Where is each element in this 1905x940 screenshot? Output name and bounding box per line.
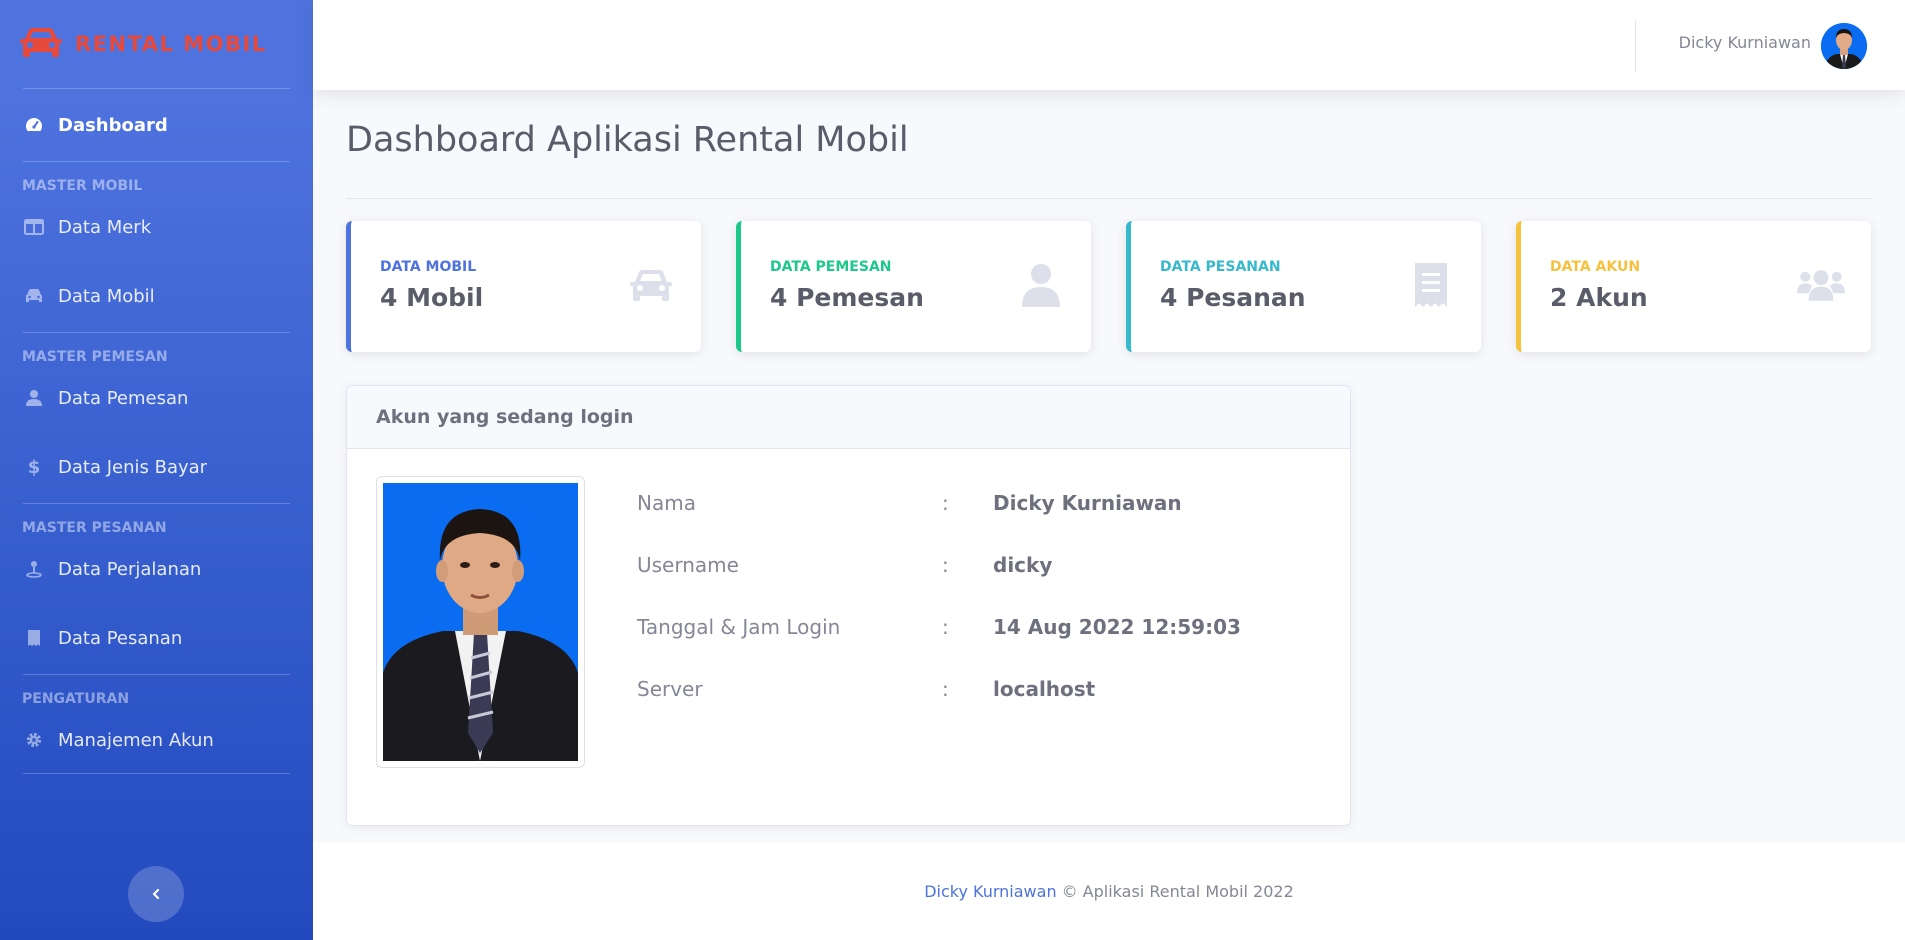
brand-name: RENTAL MOBIL [75, 32, 267, 56]
sidebar-item-manajemen-akun[interactable]: Manajemen Akun [0, 707, 313, 773]
sidebar-divider [23, 674, 290, 675]
info-value: Dicky Kurniawan [993, 491, 1182, 515]
login-info-panel: Akun yang sedang login Nama : Dicky Kurn… [346, 385, 1351, 826]
sidebar-divider [23, 332, 290, 333]
receipt-icon [24, 628, 44, 648]
sidebar-divider [23, 773, 290, 774]
info-value: localhost [993, 677, 1096, 701]
sidebar-heading-master-mobil: MASTER MOBIL [22, 178, 143, 194]
sidebar-item-label: Data Perjalanan [58, 558, 202, 580]
dollar-icon: $ [27, 456, 41, 478]
card-data-mobil[interactable]: DATA MOBIL 4 Mobil [346, 221, 701, 352]
card-label: DATA PEMESAN [770, 259, 892, 275]
sidebar-item-data-perjalanan[interactable]: Data Perjalanan [0, 536, 313, 602]
tachometer-icon [24, 115, 44, 135]
receipt-icon [1407, 261, 1455, 309]
card-value: 4 Pesanan [1160, 283, 1306, 312]
info-row-username: Username : dicky [637, 553, 1337, 583]
avatar[interactable] [1821, 23, 1867, 69]
users-icon [1797, 261, 1845, 309]
title-divider [346, 198, 1871, 199]
footer-copyright: © Aplikasi Rental Mobil 2022 [1061, 881, 1294, 901]
sidebar-heading-master-pemesan: MASTER PEMESAN [22, 349, 168, 365]
sidebar-item-data-mobil[interactable]: Data Mobil [0, 260, 313, 332]
info-row-login-time: Tanggal & Jam Login : 14 Aug 2022 12:59:… [637, 615, 1337, 645]
sidebar-item-label: Data Pesanan [58, 627, 183, 649]
info-separator: : [942, 677, 949, 701]
info-label: Server [637, 677, 703, 701]
card-label: DATA PESANAN [1160, 259, 1281, 275]
page-title: Dashboard Aplikasi Rental Mobil [346, 120, 909, 160]
sidebar-item-label: Data Mobil [58, 285, 155, 307]
info-label: Tanggal & Jam Login [637, 615, 841, 639]
car-logo-icon [19, 25, 63, 63]
topbar: Dicky Kurniawan [313, 0, 1905, 90]
gear-icon [24, 730, 44, 750]
info-value: dicky [993, 553, 1053, 577]
sidebar-item-label: Data Pemesan [58, 387, 189, 409]
card-label: DATA MOBIL [380, 259, 477, 275]
footer: Dicky Kurniawan © Aplikasi Rental Mobil … [313, 842, 1905, 940]
card-data-pesanan[interactable]: DATA PESANAN 4 Pesanan [1126, 221, 1481, 352]
user-icon [24, 388, 44, 408]
info-row-server: Server : localhost [637, 677, 1337, 707]
car-icon [24, 286, 44, 306]
card-value: 2 Akun [1550, 283, 1648, 312]
sidebar-item-label: Dashboard [58, 114, 168, 136]
sidebar-toggle-button[interactable] [128, 866, 184, 922]
info-row-nama: Nama : Dicky Kurniawan [637, 491, 1337, 521]
card-data-pemesan[interactable]: DATA PEMESAN 4 Pemesan [736, 221, 1091, 352]
sidebar-divider [23, 161, 290, 162]
card-data-akun[interactable]: DATA AKUN 2 Akun [1516, 221, 1871, 352]
sidebar-heading-pengaturan: PENGATURAN [22, 691, 130, 707]
info-separator: : [942, 491, 949, 515]
chevron-left-icon [150, 885, 162, 904]
topbar-divider [1635, 20, 1636, 72]
sidebar-heading-master-pesanan: MASTER PESANAN [22, 520, 167, 536]
info-value: 14 Aug 2022 12:59:03 [993, 615, 1241, 639]
sidebar: RENTAL MOBIL Dashboard MASTER MOBIL Data… [0, 0, 313, 940]
sidebar-item-data-pemesan[interactable]: Data Pemesan [0, 365, 313, 431]
card-value: 4 Pemesan [770, 283, 924, 312]
columns-icon [24, 217, 44, 237]
map-marker-icon [24, 559, 44, 579]
info-separator: : [942, 553, 949, 577]
car-icon [627, 261, 675, 309]
card-label: DATA AKUN [1550, 259, 1641, 275]
sidebar-item-data-jenis-bayar[interactable]: $ Data Jenis Bayar [0, 431, 313, 503]
sidebar-item-label: Data Merk [58, 216, 152, 238]
sidebar-item-data-merk[interactable]: Data Merk [0, 194, 313, 260]
info-separator: : [942, 615, 949, 639]
user-name[interactable]: Dicky Kurniawan [1679, 33, 1811, 52]
info-label: Username [637, 553, 739, 577]
sidebar-item-data-pesanan[interactable]: Data Pesanan [0, 602, 313, 674]
info-label: Nama [637, 491, 696, 515]
card-value: 4 Mobil [380, 283, 484, 312]
profile-photo-image [383, 483, 578, 761]
sidebar-divider [23, 503, 290, 504]
user-icon [1017, 261, 1065, 309]
brand[interactable]: RENTAL MOBIL [0, 0, 313, 88]
panel-title: Akun yang sedang login [347, 386, 1350, 449]
sidebar-item-dashboard[interactable]: Dashboard [0, 89, 313, 161]
sidebar-item-label: Data Jenis Bayar [58, 456, 208, 478]
sidebar-item-label: Manajemen Akun [58, 729, 214, 751]
footer-author-link[interactable]: Dicky Kurniawan [924, 882, 1056, 901]
profile-photo [376, 476, 585, 768]
